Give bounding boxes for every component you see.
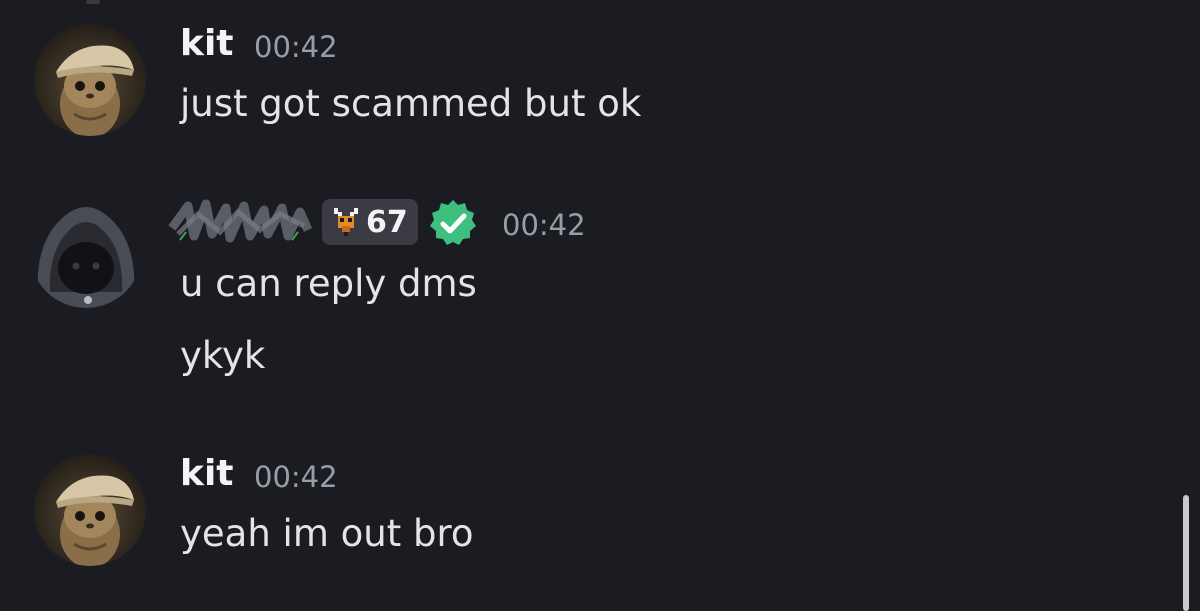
message-text: just got scammed but ok (180, 82, 642, 125)
message-timestamp: 00:42 (254, 30, 338, 64)
message-timestamp: 00:42 (502, 208, 586, 242)
redacted-username[interactable] (168, 196, 316, 246)
scribble-redaction (168, 199, 313, 243)
avatar[interactable] (34, 454, 146, 566)
cat-with-cap-avatar (34, 24, 146, 136)
cat-with-cap-avatar (34, 454, 146, 566)
message-timestamp: 00:42 (254, 460, 338, 494)
author-name[interactable]: kit (180, 454, 234, 494)
hooded-cat-avatar (30, 196, 142, 308)
message-text: u can reply dms (180, 262, 477, 305)
scrollbar[interactable] (1183, 495, 1189, 611)
level-number: 67 (366, 204, 408, 240)
verified-check-icon (430, 200, 476, 245)
divider (86, 0, 100, 4)
author-name[interactable]: kit (180, 24, 234, 64)
avatar[interactable] (30, 196, 142, 308)
message-text: ykyk (180, 334, 266, 377)
pixel-deer-icon (334, 208, 358, 236)
level-badge[interactable]: 67 (322, 199, 418, 245)
avatar[interactable] (34, 24, 146, 136)
verified-badge[interactable] (428, 198, 478, 248)
chat-message-list: kit 00:42 just got scammed but ok 67 00:… (0, 0, 1200, 611)
message-text: yeah im out bro (180, 512, 474, 555)
